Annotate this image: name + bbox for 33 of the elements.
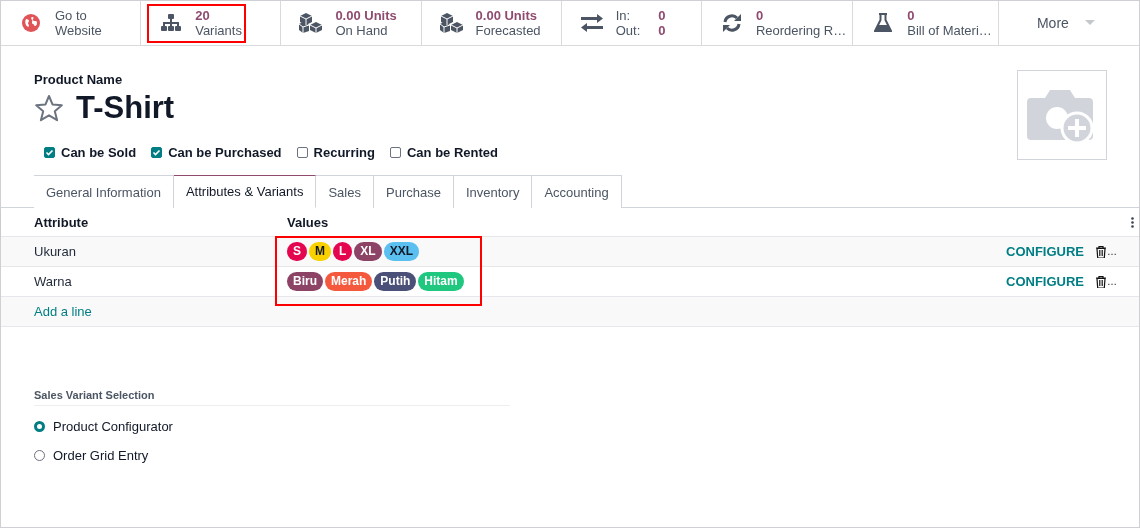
table-cell-text: Warna (34, 274, 73, 289)
value-tag: Putih (374, 272, 417, 291)
tab[interactable]: Inventory (453, 175, 533, 208)
tab[interactable]: Attributes & Variants (173, 175, 317, 208)
tab[interactable]: Sales (316, 175, 374, 208)
value-tag: L (333, 242, 353, 261)
value-tag: XXL (383, 242, 420, 261)
product-name[interactable]: T-Shirt (76, 89, 175, 127)
value-tag: XL (354, 242, 382, 261)
radio-label[interactable]: Order Grid Entry (53, 448, 149, 463)
checkbox-label[interactable]: Can be Sold (61, 145, 137, 160)
radio-label[interactable]: Product Configurator (53, 419, 173, 434)
value-tag: S (287, 242, 307, 261)
checkbox-label[interactable]: Can be Purchased (168, 145, 282, 160)
configure-button[interactable]: CONFIGURE (1006, 274, 1096, 289)
value-tag: Hitam (418, 272, 464, 291)
checkbox-label[interactable]: Recurring (313, 145, 375, 160)
checkbox-label[interactable]: Can be Rented (406, 145, 498, 160)
table-cell-text: Ukuran (34, 244, 77, 259)
tab[interactable]: Accounting (532, 175, 622, 208)
value-tag: Biru (287, 272, 323, 291)
tab[interactable]: Purchase (374, 175, 454, 208)
section-title: Sales Variant Selection (34, 389, 510, 406)
delete-button[interactable]: … (1096, 245, 1139, 258)
add-line-link[interactable]: Add a line (34, 304, 92, 319)
value-tag: M (309, 242, 331, 261)
delete-button[interactable]: … (1096, 275, 1139, 288)
tab[interactable]: General Information (34, 175, 174, 208)
value-tag: Merah (325, 272, 373, 291)
field-label: Product Name (34, 72, 124, 87)
column-header: Values (287, 214, 330, 230)
column-header: Attribute (34, 214, 90, 230)
configure-button[interactable]: CONFIGURE (1006, 244, 1096, 259)
